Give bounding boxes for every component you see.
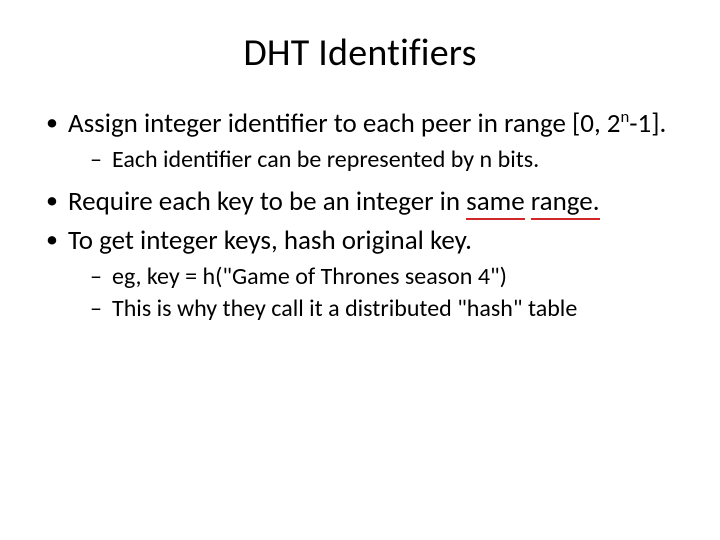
bullet-text: Require each key to be an integer in	[68, 185, 466, 218]
sub-bullet-text: This is why they call it a distributed "…	[112, 294, 577, 323]
bullet-item: To get integer keys, hash original key. …	[44, 225, 680, 325]
bullet-item: Assign integer identifier to each peer i…	[44, 108, 680, 176]
bullet-text: Assign integer identifier to each peer i…	[68, 107, 620, 140]
spellcheck-underline: same	[466, 185, 525, 220]
sub-bullet-item: This is why they call it a distributed "…	[90, 294, 680, 325]
sub-bullet-text: Each identifier can be represented by n …	[112, 145, 539, 174]
bullet-list: Assign integer identifier to each peer i…	[40, 108, 680, 325]
bullet-text	[525, 185, 531, 218]
spellcheck-underline: range	[531, 185, 593, 220]
spellcheck-underline: .	[593, 185, 600, 220]
sub-bullet-item: eg, key = h("Game of Thrones season 4")	[90, 262, 680, 293]
slide-title: DHT Identifiers	[40, 30, 680, 76]
slide: DHT Identifiers Assign integer identifie…	[0, 0, 720, 540]
sub-bullet-text: eg, key = h("Game of Thrones season 4")	[112, 262, 507, 291]
bullet-item: Require each key to be an integer in sam…	[44, 186, 680, 219]
sub-bullet-list: Each identifier can be represented by n …	[68, 145, 680, 176]
sub-bullet-item: Each identifier can be represented by n …	[90, 145, 680, 176]
superscript: n	[620, 107, 629, 127]
bullet-text: To get integer keys, hash original key.	[68, 224, 472, 257]
bullet-text: -1].	[629, 107, 666, 140]
sub-bullet-list: eg, key = h("Game of Thrones season 4") …	[68, 262, 680, 325]
